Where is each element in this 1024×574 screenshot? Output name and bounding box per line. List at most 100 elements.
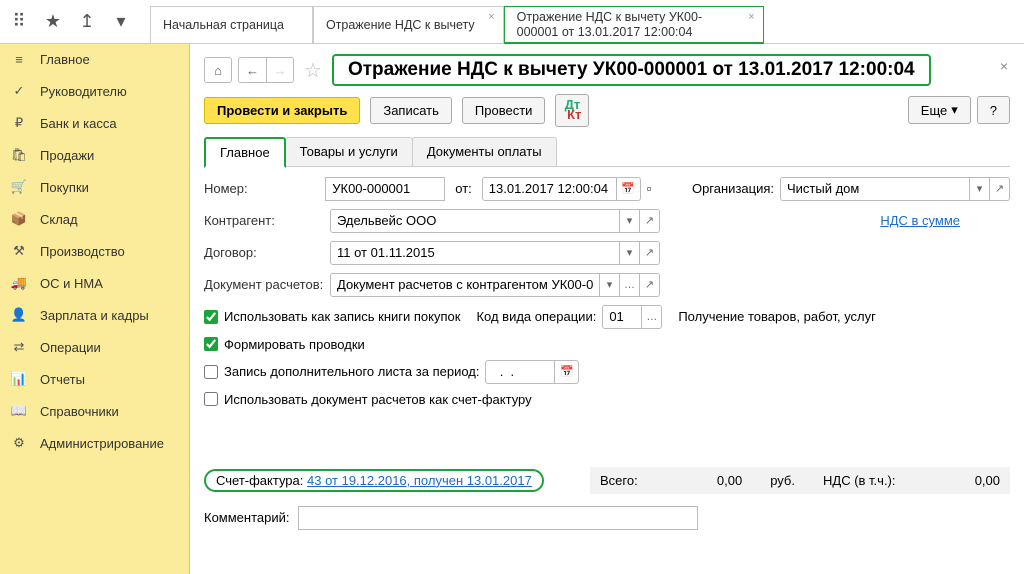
sidebar-item-bank[interactable]: ₽Банк и касса (0, 107, 189, 139)
sidebar-item-purchases[interactable]: 🛒Покупки (0, 171, 189, 203)
counterparty-group: ▾ ↗ (330, 209, 660, 233)
sidebar-label: Зарплата и кадры (40, 308, 149, 323)
totals-block: Всего: 0,00 руб. НДС (в т.ч.): 0,00 (590, 467, 1010, 494)
tab-vat-document[interactable]: Отражение НДС к вычету УК00-000001 от 13… (504, 6, 764, 44)
sidebar-label: Операции (40, 340, 101, 355)
sidebar-item-main[interactable]: ≡Главное (0, 44, 189, 75)
history-icon[interactable]: ↥ (74, 9, 100, 35)
back-button[interactable]: ← (238, 57, 266, 83)
sidebar-item-sales[interactable]: 🛍 Продажи (0, 139, 189, 171)
gear-icon: ⚙ (10, 435, 28, 451)
truck-icon: 🚚 (10, 275, 28, 291)
subtab-goods[interactable]: Товары и услуги (285, 137, 413, 166)
star-icon[interactable]: ☆ (300, 58, 326, 83)
org-input[interactable] (780, 177, 970, 201)
close-document-icon[interactable]: × (1000, 58, 1008, 74)
date-group: 📅 (482, 177, 641, 201)
date-input[interactable] (482, 177, 617, 201)
calendar-icon[interactable]: 📅 (555, 360, 579, 384)
dropdown-icon[interactable]: ▾ (108, 9, 134, 35)
content-header: ⌂ ← → ☆ Отражение НДС к вычету УК00-0000… (204, 54, 1010, 86)
counterparty-input[interactable] (330, 209, 620, 233)
open-icon[interactable]: ↗ (990, 177, 1010, 201)
post-button[interactable]: Провести (462, 97, 546, 124)
contract-row: Договор: ▾ ↗ (204, 241, 1010, 265)
dropdown-icon[interactable]: ▾ (620, 209, 640, 233)
vat-label: НДС (в т.ч.): (823, 473, 896, 488)
post-and-close-button[interactable]: Провести и закрыть (204, 97, 360, 124)
dropdown-icon[interactable]: ▾ (970, 177, 990, 201)
sidebar-item-reports[interactable]: 📊 Отчеты (0, 363, 189, 395)
sidebar-item-admin[interactable]: ⚙ Администрирование (0, 427, 189, 459)
open-icon[interactable]: ↗ (640, 209, 660, 233)
open-icon[interactable]: ↗ (640, 241, 660, 265)
content-area: × ⌂ ← → ☆ Отражение НДС к вычету УК00-00… (190, 44, 1024, 574)
person-icon: 👤 (10, 307, 28, 323)
sidebar-label: Администрирование (40, 436, 164, 451)
sidebar-label: Продажи (40, 148, 94, 163)
help-button[interactable]: ? (977, 96, 1010, 124)
tab-label: Начальная страница (163, 18, 284, 33)
write-button[interactable]: Записать (370, 97, 452, 124)
open-icon[interactable]: ↗ (640, 273, 660, 297)
tab-label: Отражение НДС к вычету (326, 18, 475, 33)
ellipsis-icon[interactable]: … (642, 305, 662, 329)
topbar-left: ⠿ ★ ↥ ▾ (0, 0, 140, 43)
comment-input[interactable] (298, 506, 698, 530)
chk-extra-input[interactable] (204, 365, 218, 379)
sidebar-label: Руководителю (40, 84, 127, 99)
currency: руб. (770, 473, 795, 488)
bag-icon: 🛍 (10, 147, 28, 163)
chk-use-as-invoice[interactable]: Использовать документ расчетов как счет-… (204, 392, 532, 407)
chk-book-purchase[interactable]: Использовать как запись книги покупок (204, 309, 460, 324)
forward-button[interactable]: → (266, 57, 294, 83)
tab-vat-list[interactable]: Отражение НДС к вычету × (313, 6, 504, 43)
dropdown-icon[interactable]: ▾ (600, 273, 620, 297)
sidebar-label: Отчеты (40, 372, 85, 387)
chevron-down-icon: ▾ (951, 102, 958, 118)
settledoc-group: ▾ … ↗ (330, 273, 660, 297)
sidebar-item-production[interactable]: ⚒Производство (0, 235, 189, 267)
close-icon[interactable]: × (488, 11, 494, 23)
chk-extra-sheet[interactable]: Запись дополнительного листа за период: (204, 364, 479, 379)
chk-label: Запись дополнительного листа за период: (224, 364, 479, 379)
sidebar-label: ОС и НМА (40, 276, 103, 291)
subtab-main[interactable]: Главное (204, 137, 286, 168)
vat-in-sum-link[interactable]: НДС в сумме (880, 213, 960, 228)
calendar-icon[interactable]: 📅 (617, 177, 641, 201)
close-icon[interactable]: × (748, 11, 754, 23)
counterparty-row: Контрагент: ▾ ↗ НДС в сумме (204, 209, 1010, 233)
sidebar-item-hr[interactable]: 👤 Зарплата и кадры (0, 299, 189, 331)
apps-icon[interactable]: ⠿ (6, 9, 32, 35)
cart-icon: 🛒 (10, 179, 28, 195)
nav-group: ← → (238, 57, 294, 83)
report-icon: 📊 (10, 371, 28, 387)
dtkt-button[interactable]: Дт Кт (555, 94, 589, 127)
sidebar-item-assets[interactable]: 🚚 ОС и НМА (0, 267, 189, 299)
number-input[interactable] (325, 177, 445, 201)
favorite-icon[interactable]: ★ (40, 9, 66, 35)
invoice-link[interactable]: 43 от 19.12.2016, получен 13.01.2017 (307, 473, 532, 488)
contract-input[interactable] (330, 241, 620, 265)
chk-posting[interactable]: Формировать проводки (204, 337, 365, 352)
counterparty-label: Контрагент: (204, 213, 324, 228)
dropdown-icon[interactable]: ▾ (620, 241, 640, 265)
sidebar-item-operations[interactable]: ⇄Операции (0, 331, 189, 363)
subtab-payments[interactable]: Документы оплаты (412, 137, 557, 166)
extra-date-input[interactable] (485, 360, 555, 384)
sidebar-item-warehouse[interactable]: 📦Склад (0, 203, 189, 235)
chk-use-invoice-input[interactable] (204, 392, 218, 406)
more-button[interactable]: Еще ▾ (908, 96, 971, 124)
sidebar-item-references[interactable]: 📖Справочники (0, 395, 189, 427)
ellipsis-icon[interactable]: … (620, 273, 640, 297)
chk-book-purchase-input[interactable] (204, 310, 218, 324)
page-title: Отражение НДС к вычету УК00-000001 от 13… (332, 54, 931, 86)
settledoc-input[interactable] (330, 273, 600, 297)
sidebar-item-manager[interactable]: ✓Руководителю (0, 75, 189, 107)
chk-posting-input[interactable] (204, 337, 218, 351)
sidebar-label: Производство (40, 244, 125, 259)
opcode-input[interactable] (602, 305, 642, 329)
home-button[interactable]: ⌂ (204, 57, 232, 83)
tab-start-page[interactable]: Начальная страница (150, 6, 313, 43)
more-label: Еще (921, 103, 947, 118)
